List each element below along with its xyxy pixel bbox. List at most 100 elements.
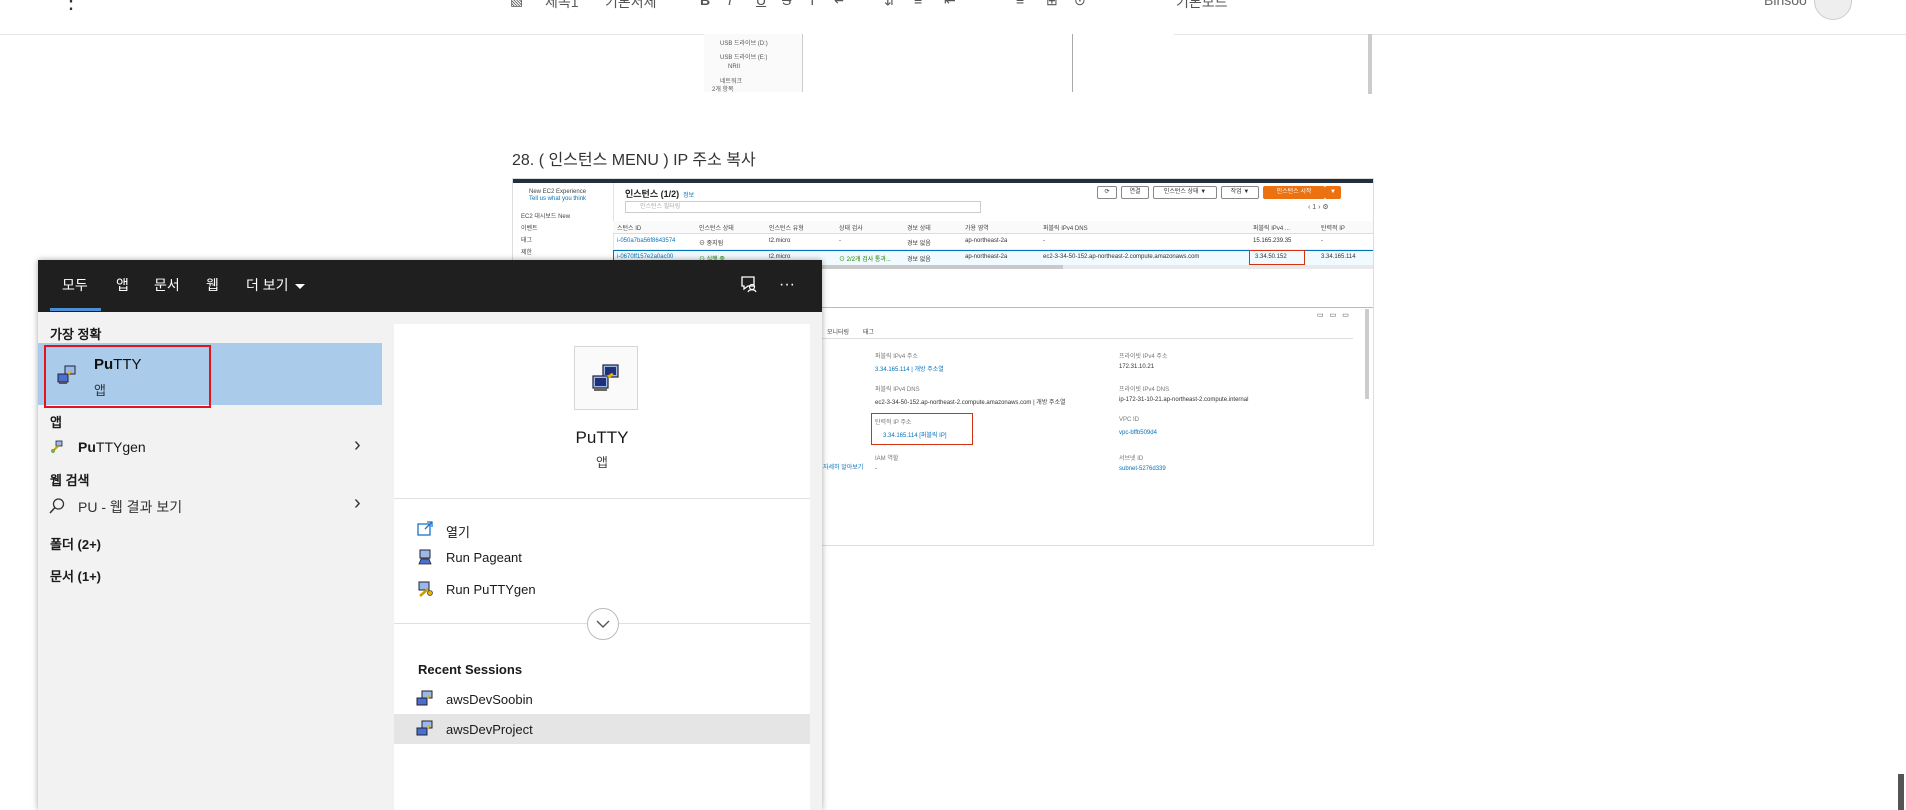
heading-select[interactable]: 제목1	[545, 0, 579, 12]
strike-button[interactable]: S	[782, 0, 791, 8]
result-label: PuTTYgen	[78, 439, 146, 455]
column-header: 인스턴스 상태	[699, 226, 734, 232]
instance-type: t2.micro	[769, 238, 791, 244]
pageant-label: Run Pageant	[446, 550, 522, 565]
open-icon	[416, 520, 434, 538]
web-search-heading: 웹 검색	[50, 473, 90, 488]
status-check: -	[839, 238, 841, 244]
detail-value: subnet-5276d339	[1119, 466, 1166, 472]
public-dns: ec2-3-34-50-152.ap-northeast-2.compute.a…	[1043, 254, 1200, 260]
session-name: awsDevProject	[446, 722, 533, 737]
tab-all[interactable]: 모두	[62, 275, 88, 295]
tab-apps[interactable]: 앱	[116, 275, 129, 295]
detail-value: ip-172-31-10-21.ap-northeast-2.compute.i…	[1119, 397, 1249, 403]
list-button[interactable]: ≡	[914, 0, 922, 8]
editor-toolbar: ⋮ ▧ 제목1 기본서체 B I U S T ↵ ⇵ ≡ ⇤ ≡ ⊞ ⊙ 기본모…	[0, 0, 1906, 35]
puttygen-icon	[416, 580, 434, 598]
nav-item: EC2 대시보드 New	[521, 214, 571, 220]
page-scrollbar[interactable]	[1898, 34, 1904, 810]
preview-app-type: 앱	[596, 455, 608, 470]
nav-item: 제한	[521, 250, 533, 256]
nav-item: New EC2 Experience	[529, 189, 587, 195]
column-header: 탄력적 IP	[1321, 226, 1345, 232]
ipv4-highlight-box	[1249, 250, 1305, 265]
instance-state-button: 인스턴스 상태 ▼	[1153, 186, 1217, 199]
detail-value: -	[875, 466, 877, 472]
text-color-button[interactable]: T	[808, 0, 817, 8]
tab-web[interactable]: 웹	[206, 275, 219, 295]
session-item[interactable]: awsDevProject	[394, 714, 810, 744]
explorer-status: 2개 항목	[712, 87, 734, 93]
chevron-right-icon[interactable]: ›	[354, 492, 361, 515]
eip-highlight-box	[871, 413, 973, 445]
tab-documents[interactable]: 문서	[154, 275, 180, 295]
result-puttygen[interactable]: PuTTYgen ›	[38, 432, 382, 462]
indent-button[interactable]: ⇤	[944, 0, 956, 9]
insert-image-icon[interactable]: ▧	[510, 0, 523, 9]
explorer-item: USB 드라이브 (D:)	[720, 41, 768, 47]
instances-title: 인스턴스 (1/2) 정보	[625, 187, 694, 200]
image-scrollbar	[1368, 34, 1372, 94]
explorer-item: USB 드라이브 (E:)	[720, 55, 768, 61]
alarm-status: 경보 없음	[907, 257, 931, 263]
app-tile	[574, 346, 638, 410]
session-item[interactable]: awsDevSoobin	[394, 684, 810, 714]
result-web-search[interactable]: PU - 웹 결과 보기 ›	[38, 490, 382, 520]
putty-large-icon	[590, 362, 622, 399]
session-name: awsDevSoobin	[446, 692, 533, 707]
folders-heading[interactable]: 폴더 (2+)	[50, 534, 101, 553]
preview-app-name: PuTTY	[575, 428, 629, 447]
quote-button[interactable]: ≡	[1016, 0, 1024, 8]
availability-zone: ap-northeast-2a	[965, 238, 1008, 244]
match-rest: TTYgen	[95, 439, 146, 455]
column-header: 스턴스 ID	[617, 226, 642, 232]
kebab-menu-icon[interactable]: ⋮	[60, 0, 82, 12]
session-icon	[416, 690, 434, 708]
aws-topbar	[513, 179, 1373, 183]
tab-more[interactable]: 더 보기	[246, 275, 305, 295]
launch-dropdown-button: ▼	[1325, 186, 1341, 199]
avatar[interactable]	[1814, 0, 1852, 20]
table-button[interactable]: ⊞	[1046, 0, 1058, 9]
web-search-label: PU - 웹 결과 보기	[78, 497, 182, 517]
recent-sessions-heading: Recent Sessions	[418, 662, 523, 677]
web-query: PU	[78, 499, 98, 515]
column-header: 퍼블릭 IPv4 DNS	[1043, 226, 1088, 232]
scrollbar-thumb[interactable]	[1898, 774, 1904, 810]
explorer-item: NRII	[728, 64, 740, 70]
more-icon[interactable]: ···	[776, 274, 798, 296]
documents-heading[interactable]: 문서 (1+)	[50, 566, 101, 585]
run-pageant-action[interactable]: Run Pageant	[394, 542, 810, 572]
detail-label: VPC ID	[1119, 417, 1140, 423]
font-select[interactable]: 기본서체	[605, 0, 657, 12]
panel-controls-icon: ▭▭▭	[1317, 312, 1355, 319]
run-puttygen-action[interactable]: Run PuTTYgen	[394, 574, 810, 604]
detail-label: IAM 역할	[875, 456, 899, 462]
italic-button[interactable]: I	[728, 0, 732, 8]
explorer-frame	[802, 34, 1073, 92]
bg-color-button[interactable]: ↵	[834, 0, 846, 9]
info-link: 정보	[683, 193, 695, 199]
feedback-icon[interactable]	[738, 274, 760, 296]
pager: ‹ 1 › ⚙	[1308, 204, 1329, 211]
putty-icon	[56, 364, 78, 386]
column-header: 퍼블릭 IPv4 ...	[1253, 226, 1290, 232]
chevron-down-icon	[596, 620, 610, 628]
detail-value: ec2-3-34-50-152.ap-northeast-2.compute.a…	[875, 400, 1066, 406]
refresh-button: ⟳	[1097, 186, 1117, 199]
match-highlight: Pu	[94, 356, 114, 373]
mode-select[interactable]: 기본모드	[1176, 0, 1228, 12]
user-name: Binsoo	[1764, 0, 1807, 8]
divider	[394, 498, 810, 499]
underline-button[interactable]: U	[756, 0, 766, 8]
align-button[interactable]: ⇵	[884, 0, 896, 9]
preview-pane: PuTTY 앱 열기 Run Pageant Run PuTTYgen Rece…	[394, 324, 810, 810]
chevron-right-icon[interactable]: ›	[354, 434, 361, 457]
expand-button[interactable]	[587, 608, 619, 640]
detail-value: vpc-bffb509d4	[1119, 430, 1157, 436]
bold-button[interactable]: B	[700, 0, 710, 8]
column-header: 가용 영역	[965, 226, 989, 232]
link-button[interactable]: ⊙	[1074, 0, 1086, 9]
pageant-icon	[416, 548, 434, 566]
open-action[interactable]: 열기	[394, 514, 810, 544]
